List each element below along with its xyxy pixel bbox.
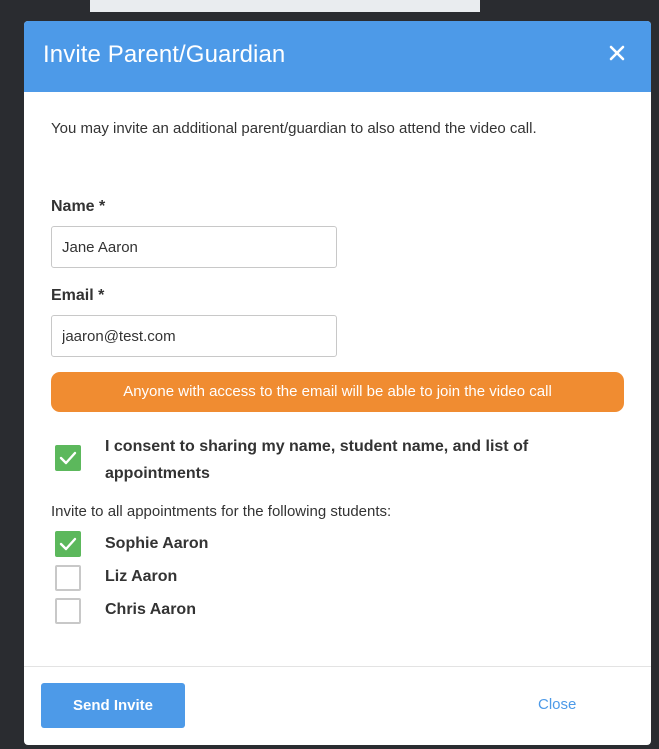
email-warning-banner: Anyone with access to the email will be …	[51, 372, 624, 412]
send-invite-button[interactable]: Send Invite	[41, 683, 185, 728]
student-checkbox-chris[interactable]	[55, 598, 81, 624]
email-input[interactable]	[51, 315, 337, 357]
dialog-header: Invite Parent/Guardian	[24, 21, 651, 92]
consent-label: I consent to sharing my name, student na…	[105, 438, 529, 482]
student-name-chris: Chris Aaron	[105, 601, 196, 618]
close-button[interactable]: Close	[538, 696, 576, 713]
footer-divider	[24, 666, 651, 667]
student-checkbox-sophie[interactable]	[55, 531, 81, 557]
email-label: Email *	[51, 287, 105, 304]
student-checkbox-liz[interactable]	[55, 565, 81, 591]
consent-checkbox[interactable]	[55, 445, 81, 471]
invite-dialog: Invite Parent/Guardian You may invite an…	[24, 21, 651, 745]
name-label: Name *	[51, 198, 106, 215]
student-name-liz: Liz Aaron	[105, 568, 178, 585]
dialog-title: Invite Parent/Guardian	[43, 41, 286, 68]
background-bar	[90, 0, 480, 12]
close-icon[interactable]	[603, 39, 631, 67]
student-name-sophie: Sophie Aaron	[105, 535, 209, 552]
checkmark-icon	[59, 451, 77, 465]
invite-students-label: Invite to all appointments for the follo…	[51, 503, 392, 520]
name-input[interactable]	[51, 226, 337, 268]
checkmark-icon	[59, 537, 77, 551]
intro-text: You may invite an additional parent/guar…	[51, 120, 537, 137]
